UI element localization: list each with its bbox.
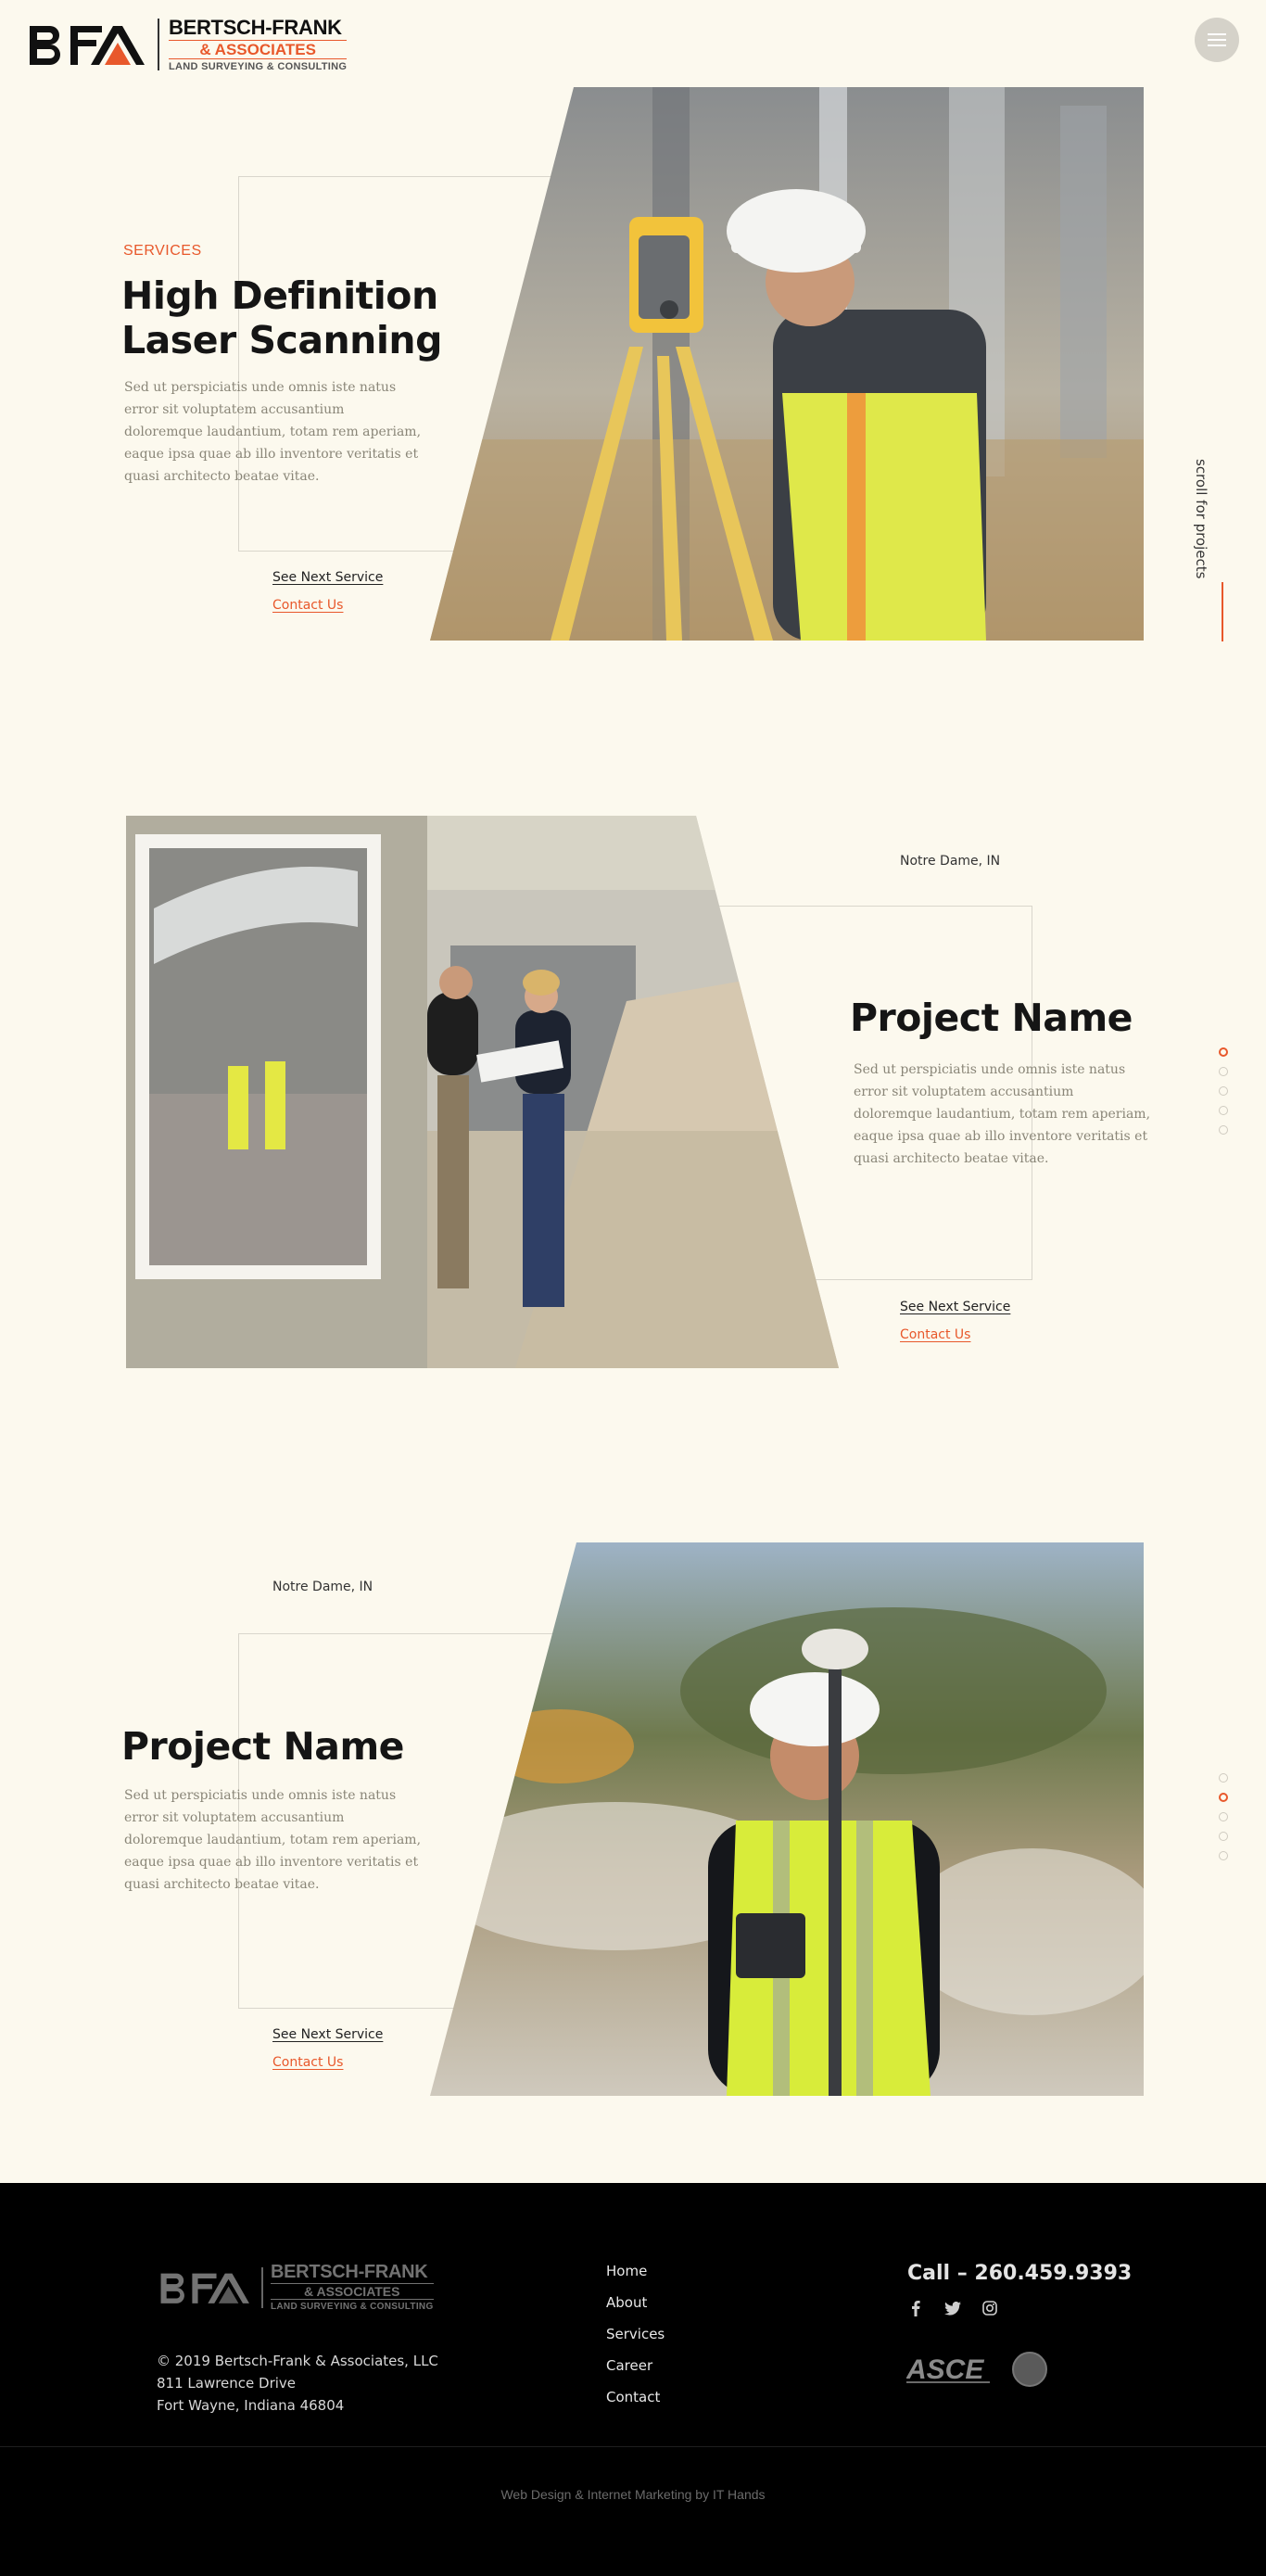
contact-us-link[interactable]: Contact Us (272, 598, 343, 613)
facebook-icon[interactable] (905, 2298, 926, 2318)
asce-logo: ASCE (905, 2351, 990, 2388)
twitter-icon[interactable] (943, 2298, 963, 2318)
footer-social (905, 2298, 1000, 2318)
pagination-dot[interactable] (1219, 1793, 1228, 1802)
project-location: Notre Dame, IN (272, 1580, 373, 1594)
project-title: Project Name (850, 996, 1133, 1040)
svg-text:ASCE: ASCE (906, 2354, 984, 2385)
footer-copyright: © 2019 Bertsch-Frank & Associates, LLC (157, 2353, 438, 2369)
footer-address-line: 811 Lawrence Drive (157, 2375, 297, 2392)
contact-us-link[interactable]: Contact Us (900, 1327, 970, 1342)
footer-link-about[interactable]: About (606, 2294, 665, 2311)
footer-credit[interactable]: Web Design & Internet Marketing by IT Ha… (0, 2487, 1266, 2502)
footer-logo[interactable]: BERTSCH-FRANK & ASSOCIATES LAND SURVEYIN… (158, 2263, 434, 2312)
project-pagination (1219, 1773, 1228, 1860)
bfa-logo-mark (158, 2269, 254, 2306)
pagination-dot[interactable] (1219, 1851, 1228, 1860)
footer-address-line: Fort Wayne, Indiana 46804 (157, 2397, 345, 2414)
footer-address: © 2019 Bertsch-Frank & Associates, LLC 8… (157, 2350, 438, 2417)
pagination-dot[interactable] (1219, 1106, 1228, 1115)
pagination-dot[interactable] (1219, 1125, 1228, 1135)
contact-us-link[interactable]: Contact Us (272, 2055, 343, 2070)
instagram-icon[interactable] (980, 2298, 1000, 2318)
service-title: High Definition Laser Scanning (121, 273, 442, 362)
pagination-dot[interactable] (1219, 1832, 1228, 1841)
project-description: Sed ut perspiciatis unde omnis iste natu… (854, 1062, 1151, 1166)
footer-divider (0, 2446, 1266, 2447)
footer-link-career[interactable]: Career (606, 2357, 665, 2374)
footer-link-services[interactable]: Services (606, 2326, 665, 2342)
project-photo-office (126, 816, 839, 1368)
see-next-service-link[interactable]: See Next Service (272, 570, 383, 585)
service-description: Sed ut perspiciatis unde omnis iste natu… (124, 380, 422, 484)
section-eyebrow: SERVICES (123, 243, 202, 259)
project-title: Project Name (121, 1724, 404, 1769)
project-section: Notre Dame, IN Project Name Sed ut persp… (0, 1465, 1266, 2183)
footer-link-contact[interactable]: Contact (606, 2389, 665, 2405)
service-photo-surveyor (430, 87, 1144, 641)
pagination-dot[interactable] (1219, 1047, 1228, 1057)
pagination-dot[interactable] (1219, 1067, 1228, 1076)
project-section: Notre Dame, IN Project Name Sed ut persp… (0, 742, 1266, 1465)
footer-phone[interactable]: Call – 260.459.9393 (907, 2262, 1132, 2285)
pagination-dot[interactable] (1219, 1812, 1228, 1821)
footer-nav: Home About Services Career Contact (606, 2263, 665, 2405)
project-photo-gps-surveyor (430, 1542, 1144, 2096)
project-description: Sed ut perspiciatis unde omnis iste natu… (124, 1788, 422, 1892)
see-next-service-link[interactable]: See Next Service (272, 2027, 383, 2042)
pagination-dot[interactable] (1219, 1773, 1228, 1783)
service-section: SERVICES High Definition Laser Scanning … (0, 0, 1266, 742)
project-pagination (1219, 1047, 1228, 1135)
pagination-dot[interactable] (1219, 1086, 1228, 1096)
footer-link-home[interactable]: Home (606, 2263, 665, 2279)
see-next-service-link[interactable]: See Next Service (900, 1300, 1010, 1314)
project-location: Notre Dame, IN (900, 854, 1001, 869)
affiliation-seal-icon (1012, 2352, 1047, 2387)
site-footer: BERTSCH-FRANK & ASSOCIATES LAND SURVEYIN… (0, 2183, 1266, 2576)
